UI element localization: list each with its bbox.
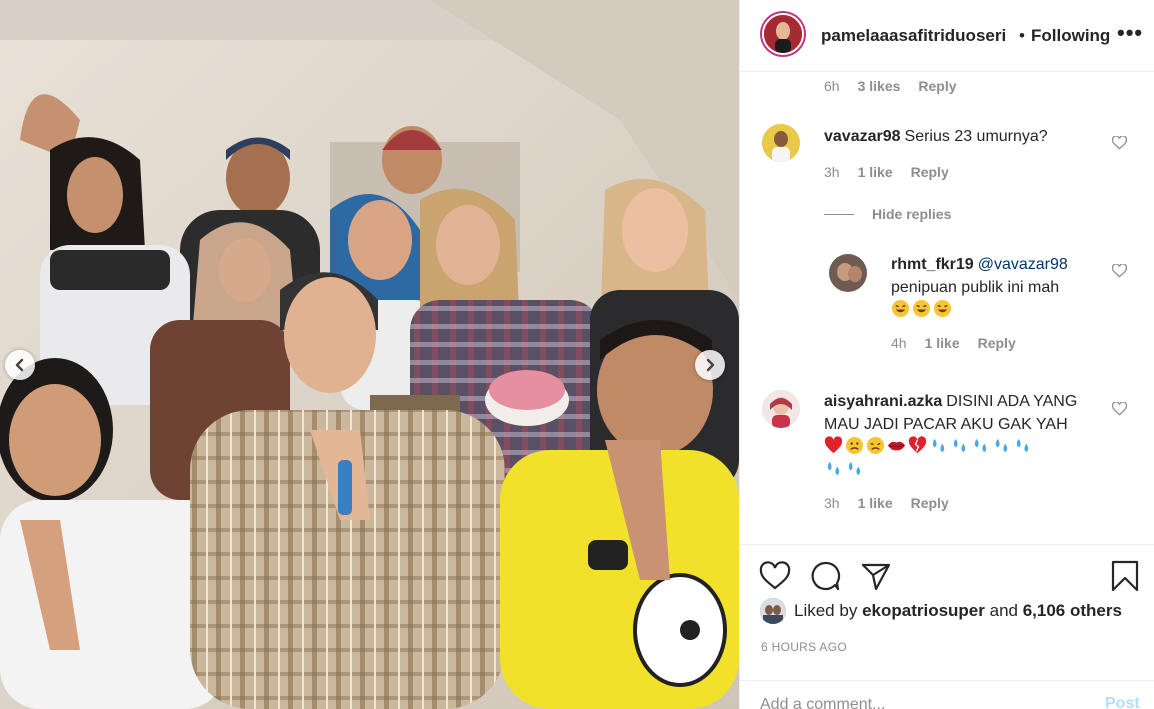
comment-text: Serius 23 umurnya? (904, 128, 1048, 145)
add-comment-input[interactable] (760, 693, 1060, 709)
comment-meta: 6h 3 likes Reply (824, 78, 957, 94)
commenter-avatar[interactable] (762, 390, 800, 428)
reply-button[interactable]: Reply (911, 164, 949, 180)
chevron-right-icon (706, 358, 715, 372)
carousel-next-button[interactable] (695, 350, 725, 380)
sweat-droplets-emoji (848, 461, 861, 476)
comment-mention[interactable]: @vavazar98 (978, 256, 1068, 273)
like-heart-icon[interactable] (758, 559, 792, 593)
likes-prefix: Liked by (794, 601, 858, 620)
carousel-prev-button[interactable] (5, 350, 35, 380)
post-header: pamelaaasafitriduoseri • Following ••• (740, 0, 1154, 72)
emoji-row (824, 436, 1034, 479)
commenter-avatar-image (762, 390, 800, 428)
comment-likes[interactable]: 1 like (925, 335, 960, 351)
sweat-droplets-emoji (995, 438, 1008, 453)
comment-username[interactable]: vavazar98 (824, 128, 901, 145)
red-heart-emoji (824, 436, 843, 454)
post-comment-button[interactable]: Post (1105, 695, 1140, 709)
group-photo-image (0, 0, 739, 709)
rolling-laughing-emoji (912, 299, 931, 318)
post-timestamp: 6 HOURS AGO (761, 640, 847, 654)
kiss-lips-emoji (887, 441, 906, 451)
comment-meta: 3h 1 like Reply (824, 164, 949, 180)
follow-status-button[interactable]: Following (1031, 26, 1110, 46)
comment-meta: 4h 1 like Reply (891, 335, 1016, 351)
broken-heart-emoji (908, 436, 927, 454)
post-photo[interactable] (0, 0, 739, 709)
sweat-droplets-emoji (1016, 438, 1029, 453)
comment-likes[interactable]: 3 likes (858, 78, 901, 94)
top-liker-username[interactable]: ekopatriosuper (862, 601, 985, 621)
more-options-icon[interactable]: ••• (1117, 20, 1143, 46)
comments-list[interactable]: 6h 3 likes Reply vavazar98 Serius 23 umur… (740, 72, 1154, 544)
author-avatar-image (764, 15, 802, 53)
likes-summary: Liked by ekopatriosuper and 6,106 others (760, 598, 1122, 624)
comment-body: rhmt_fkr19 @vavazar98 penipuan publik ini… (891, 253, 1096, 322)
likes-count-link[interactable]: 6,106 others (1023, 601, 1122, 621)
comment-username[interactable]: rhmt_fkr19 (891, 256, 974, 273)
commenter-avatar-image (829, 254, 867, 292)
liker-avatar-image (760, 598, 786, 624)
reply-button[interactable]: Reply (911, 495, 949, 511)
hide-replies-button[interactable]: Hide replies (824, 206, 951, 222)
comment-body: vavazar98 Serius 23 umurnya? (824, 125, 1094, 148)
comment-username[interactable]: aisyahrani.azka (824, 393, 942, 410)
add-comment-bar: Post (740, 680, 1154, 709)
divider (824, 213, 854, 215)
sweat-droplets-emoji (827, 461, 840, 476)
comment-likes[interactable]: 1 like (858, 164, 893, 180)
comment-time: 4h (891, 335, 907, 351)
commenter-avatar[interactable] (762, 124, 800, 162)
header-separator: • (1019, 26, 1025, 45)
sweat-droplets-emoji (932, 438, 945, 453)
author-username[interactable]: pamelaaasafitriduoseri (821, 26, 1006, 46)
disappointed-face-emoji (866, 436, 885, 455)
rolling-laughing-emoji (891, 299, 910, 318)
reply-button[interactable]: Reply (978, 335, 1016, 351)
emoji-row (891, 299, 954, 319)
sweat-droplets-emoji (953, 438, 966, 453)
post-side-panel: pamelaaasafitriduoseri • Following ••• 6… (739, 0, 1154, 709)
commenter-avatar[interactable] (829, 254, 867, 292)
share-send-icon[interactable] (859, 559, 893, 593)
commenter-avatar-image (762, 124, 800, 162)
like-comment-heart-icon[interactable] (1112, 136, 1127, 150)
rolling-laughing-emoji (933, 299, 952, 318)
frowning-face-emoji (845, 436, 864, 455)
reply-button[interactable]: Reply (918, 78, 956, 94)
comment-time: 3h (824, 164, 840, 180)
like-comment-heart-icon[interactable] (1112, 264, 1127, 278)
comment-likes[interactable]: 1 like (858, 495, 893, 511)
chevron-left-icon (15, 358, 24, 372)
comment-body: aisyahrani.azka DISINI ADA YANG MAU JADI … (824, 390, 1109, 482)
comment-time: 6h (824, 78, 840, 94)
author-avatar[interactable] (760, 11, 806, 57)
comment-time: 3h (824, 495, 840, 511)
liker-avatar[interactable] (760, 598, 786, 624)
sweat-droplets-emoji (974, 438, 987, 453)
save-bookmark-icon[interactable] (1108, 559, 1142, 593)
like-comment-heart-icon[interactable] (1112, 402, 1127, 416)
comment-bubble-icon[interactable] (808, 559, 842, 593)
comment-meta: 3h 1 like Reply (824, 495, 949, 511)
post-actions (740, 544, 1154, 606)
comment-text: penipuan publik ini mah (891, 279, 1060, 296)
likes-conjunction: and (989, 601, 1018, 620)
hide-replies-label: Hide replies (872, 206, 952, 222)
